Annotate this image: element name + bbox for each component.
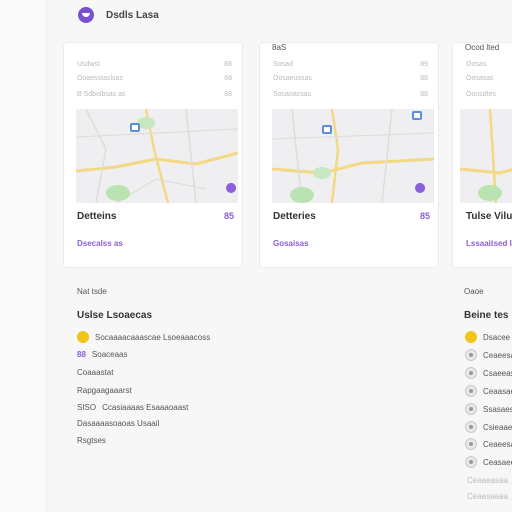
radio-icon — [465, 403, 477, 415]
card-row-label: Usdwst — [77, 61, 100, 68]
card-row-value: 88 — [420, 75, 428, 82]
list-item[interactable]: Dsacee — [465, 331, 510, 343]
list-item[interactable]: Ceaasaeaa — [467, 492, 508, 501]
app-page: Dsdls Lasa Usdwst 88 Ooaesstaslsas 68 B … — [0, 0, 512, 512]
map-graphic — [460, 109, 512, 203]
map-graphic — [272, 109, 434, 203]
list-item[interactable]: Rsgtses — [77, 436, 106, 445]
card-row-value: 68 — [224, 75, 232, 82]
radio-icon — [465, 367, 477, 379]
card-head: Ocod lted — [465, 43, 500, 52]
card-row: Sosad 89 — [273, 61, 428, 71]
card-row: B Sdbolbsas as 88 — [77, 91, 232, 101]
list-item-prefix: 88 — [77, 350, 86, 359]
card-link[interactable]: Dsecalss as — [77, 239, 123, 248]
card-row-label: Oosasas — [466, 75, 494, 82]
radio-icon — [465, 456, 477, 468]
card-row-label: B Sdbolbsas as — [77, 91, 126, 98]
card-badge: 85 — [419, 211, 430, 221]
map-thumbnail[interactable] — [76, 109, 238, 203]
radio-icon — [465, 385, 477, 397]
card-head: 8aS — [272, 43, 287, 52]
list-item[interactable]: Csieaaeaas — [465, 421, 512, 433]
card-title: Detteries — [273, 211, 316, 222]
list-item[interactable]: Ceasaeeeas — [465, 456, 512, 468]
list-item[interactable]: Ssasaes — [465, 403, 512, 415]
card-row: Ooaesstaslsas 68 — [77, 75, 232, 85]
list-item[interactable]: Coaaastat — [77, 368, 113, 377]
list-item-prefix: SISO — [77, 403, 97, 412]
list-item-text: Soaceaas — [91, 350, 128, 359]
section-title: Beine tes — [464, 310, 509, 321]
list-item[interactable]: SISO Ccasiaaaas Esaaaoaast — [77, 403, 188, 412]
yellow-dot-icon — [77, 331, 89, 343]
card-link[interactable]: Lssaaitsed I — [466, 239, 512, 248]
card-row-value: 88 — [420, 91, 428, 98]
left-rail — [0, 0, 47, 512]
list-item-text: Socaaaacaaascae Lsoeaaacoss — [95, 332, 211, 342]
map-thumbnail[interactable] — [460, 109, 512, 203]
list-item-text: Ceaeesaa — [483, 439, 512, 449]
list-item-text: Ceaaeasaa — [467, 476, 508, 485]
card-row: Oosasas — [466, 75, 512, 85]
list-item[interactable]: Ceaeesas — [465, 349, 512, 361]
card-row: Oosas — [466, 61, 512, 71]
list-item-text: Csieaaeaas — [483, 422, 512, 432]
card-row-label: Oosas — [466, 61, 487, 68]
list-item[interactable]: Ceaaeasaa — [467, 476, 508, 485]
card-title: Detteins — [77, 211, 117, 222]
card-row: Oousdtes — [466, 91, 512, 101]
card-row-label: Oousdtes — [466, 91, 496, 98]
card-title: Tulse Vilu — [466, 211, 512, 222]
list-item[interactable]: Ceaasaes — [465, 385, 512, 397]
list-item[interactable]: Dasaaaasoaoas Usaail — [77, 419, 159, 428]
property-card-1[interactable]: Usdwst 88 Ooaesstaslsas 68 B Sdbolbsas a… — [63, 42, 243, 268]
list-item-text: Rsgtses — [77, 436, 106, 445]
list-item-text: Coaaastat — [77, 368, 114, 377]
brand-name: Dsdls Lasa — [106, 9, 159, 21]
card-link[interactable]: Gosaisas — [273, 239, 309, 248]
list-item-text: Ceaeesas — [483, 350, 512, 360]
card-row: Usdwst 88 — [77, 61, 232, 71]
list-item-text: Dasaaaasoaoas Usaail — [77, 419, 160, 428]
list-item-text: Ceaasaes — [483, 386, 512, 396]
card-row: Oosaeussas 88 — [273, 75, 428, 85]
brand-logo-icon — [78, 7, 94, 23]
list-item[interactable]: Rapgaagaaarst — [77, 386, 132, 395]
map-graphic — [76, 109, 238, 203]
card-badge: 85 — [223, 211, 234, 221]
section-title: Uslse Lsoaecas — [77, 310, 153, 321]
map-thumbnail[interactable] — [272, 109, 434, 203]
card-row-value: 88 — [224, 61, 232, 68]
card-row-label: Sosad — [273, 61, 293, 68]
list-item-text: Rapgaagaaarst — [77, 386, 132, 395]
radio-icon — [465, 421, 477, 433]
list-item[interactable]: Ceaeesaa — [465, 438, 512, 450]
card-row: Socaoacsas 88 — [273, 91, 428, 101]
list-item[interactable]: 88 Soaceaas — [77, 350, 128, 359]
yellow-dot-icon — [465, 331, 477, 343]
list-item-text: Ceasaeeeas — [483, 457, 512, 467]
property-card-3[interactable]: Ocod lted Oosas Oosasas Oousdtes Tulse V… — [452, 42, 512, 268]
list-item[interactable]: Csaeeasas — [465, 367, 512, 379]
radio-icon — [465, 438, 477, 450]
card-row-value: 89 — [420, 61, 428, 68]
card-row-label: Ooaesstaslsas — [77, 75, 123, 82]
list-item-text: Ccasiaaaas Esaaaoaast — [102, 403, 189, 412]
list-item[interactable]: Socaaaacaaascae Lsoeaaacoss — [77, 331, 210, 343]
brand[interactable]: Dsdls Lasa — [78, 6, 159, 24]
card-row-value: 88 — [224, 91, 232, 98]
radio-icon — [465, 349, 477, 361]
section-label: Nat tsde — [77, 287, 107, 296]
list-item-text: Ceaasaeaa — [467, 492, 508, 501]
card-row-label: Socaoacsas — [273, 91, 312, 98]
card-row-label: Oosaeussas — [273, 75, 312, 82]
property-card-2[interactable]: 8aS Sosad 89 Oosaeussas 88 Socaoacsas 88 — [259, 42, 439, 268]
list-item-text: Dsacee — [483, 332, 511, 342]
section-label: Oaoe — [464, 287, 484, 296]
list-item-text: Csaeeasas — [483, 368, 512, 378]
list-item-text: Ssasaes — [483, 404, 512, 414]
